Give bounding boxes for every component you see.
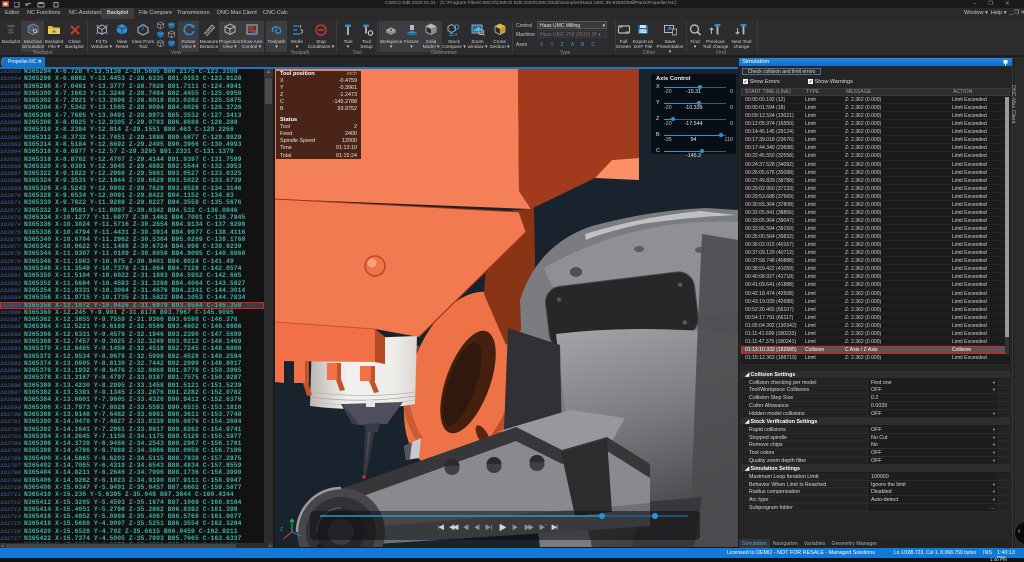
svg-text:Z: Z [280,527,283,533]
svg-text:DXF: DXF [640,30,646,34]
